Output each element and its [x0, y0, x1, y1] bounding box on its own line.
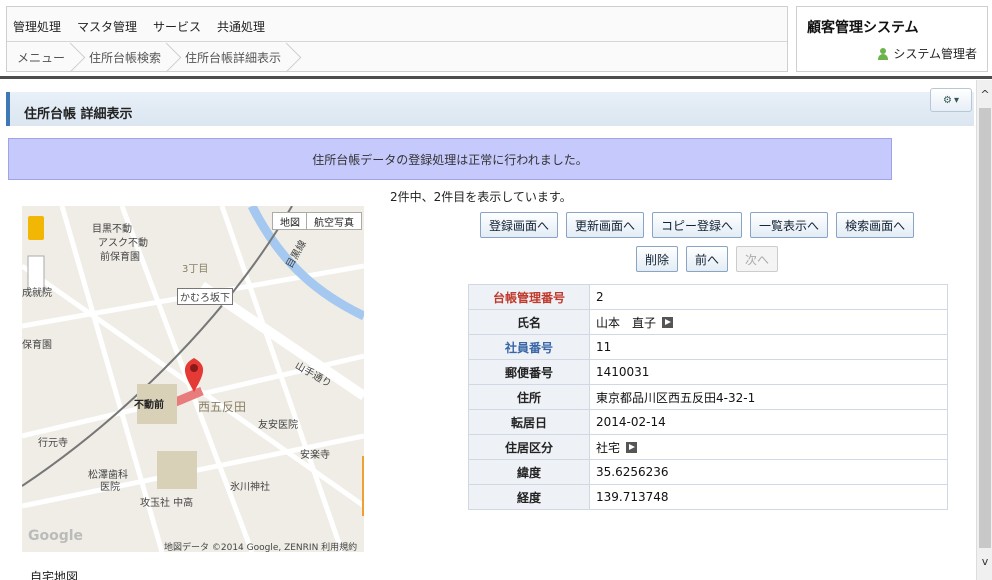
home-map[interactable]: 地図 航空写真 目黒不動 アスク不動 前保育園 3丁目 かむろ坂下 目黒線 山手… [22, 206, 364, 552]
map-label: 行元寺 [38, 438, 68, 449]
map-label: 成就院 [22, 288, 52, 299]
map-label: 3丁目 [182, 264, 209, 275]
register-screen-button[interactable]: 登録画面へ [480, 212, 559, 238]
field-value: 山本 直子 [596, 315, 657, 330]
map-label: 安楽寺 [300, 450, 330, 461]
table-row: 転居日 2014-02-14 [468, 409, 948, 435]
map-label: 攻玉社 中高 [140, 498, 194, 509]
menu-bar: 管理処理 マスタ管理 サービス 共通処理 メニュー 住所台帳検索 住所台帳詳細表… [6, 6, 788, 72]
action-buttons: 登録画面へ 更新画面へ コピー登録へ 一覧表示へ 検索画面へ [480, 212, 915, 238]
play-icon[interactable] [662, 316, 674, 328]
detail-table: 台帳管理番号 2 氏名 山本 直子 社員番号 11 郵便番号 1410031 住所 東京都… [468, 284, 948, 510]
field-label: 住居区分 [468, 434, 590, 460]
vertical-scrollbar[interactable]: ^ v [976, 80, 992, 580]
map-label: アスク不動 [98, 238, 148, 249]
field-value: 35.6256236 [589, 459, 948, 485]
field-label: 転居日 [468, 409, 590, 435]
menu-item-common[interactable]: 共通処理 [217, 18, 265, 35]
main-menu: 管理処理 マスタ管理 サービス 共通処理 [13, 11, 265, 41]
map-label: 友安医院 [258, 420, 298, 431]
field-value: 139.713748 [589, 484, 948, 510]
gear-icon: ⚙ [943, 94, 952, 106]
field-label: 経度 [468, 484, 590, 510]
field-value: 2 [589, 284, 948, 310]
google-logo: Google [28, 528, 84, 544]
table-row: 住所 東京都品川区西五反田4-32-1 [468, 384, 948, 410]
breadcrumb: メニュー 住所台帳検索 住所台帳詳細表示 [7, 41, 787, 72]
main-content: 住所台帳 詳細表示 ⚙ ▾ 住所台帳データの登録処理は正常に行われました。 2件中… [0, 80, 976, 580]
scroll-up-icon[interactable]: ^ [977, 88, 992, 102]
system-box: 顧客管理システム システム管理者 [796, 6, 988, 72]
map-label: 保育園 [22, 340, 52, 351]
copy-register-button[interactable]: コピー登録へ [652, 212, 743, 238]
map-label: 氷川神社 [230, 482, 270, 493]
current-user: システム管理者 [877, 45, 977, 62]
delete-button[interactable]: 削除 [636, 246, 679, 272]
prev-button[interactable]: 前へ [686, 246, 729, 272]
play-icon[interactable] [626, 441, 638, 453]
table-row: 住居区分 社宅 [468, 434, 948, 460]
map-view-button[interactable]: 地図 [272, 212, 308, 230]
search-screen-button[interactable]: 検索画面へ [836, 212, 915, 238]
map-label: 医院 [100, 482, 120, 493]
table-row: 氏名 山本 直子 [468, 309, 948, 335]
table-row: 台帳管理番号 2 [468, 284, 948, 310]
field-label: 氏名 [468, 309, 590, 335]
breadcrumb-menu[interactable]: メニュー [7, 42, 79, 72]
table-row: 郵便番号 1410031 [468, 359, 948, 385]
field-value: 11 [589, 334, 948, 360]
breadcrumb-detail: 住所台帳詳細表示 [175, 42, 295, 72]
field-label: 台帳管理番号 [468, 284, 590, 310]
map-caption: 自宅地図 [30, 570, 79, 580]
map-label: かむろ坂下 [177, 288, 233, 305]
map-label: 不動前 [134, 400, 164, 411]
field-label: 住所 [468, 384, 590, 410]
aerial-view-button[interactable]: 航空写真 [306, 212, 362, 230]
breadcrumb-search[interactable]: 住所台帳検索 [79, 42, 175, 72]
table-row: 経度 139.713748 [468, 484, 948, 510]
field-label: 郵便番号 [468, 359, 590, 385]
menu-item-master[interactable]: マスタ管理 [77, 18, 137, 35]
table-row: 社員番号 11 [468, 334, 948, 360]
header: 管理処理 マスタ管理 サービス 共通処理 メニュー 住所台帳検索 住所台帳詳細表… [0, 0, 992, 76]
record-count: 2件中、2件目を表示しています。 [390, 190, 572, 204]
field-value: 1410031 [589, 359, 948, 385]
map-label: 前保育園 [100, 252, 140, 263]
header-divider [0, 76, 992, 79]
menu-item-admin[interactable]: 管理処理 [13, 18, 61, 35]
success-message: 住所台帳データの登録処理は正常に行われました。 [8, 138, 892, 180]
field-value: 2014-02-14 [589, 409, 948, 435]
field-label: 緯度 [468, 459, 590, 485]
menu-item-service[interactable]: サービス [153, 18, 201, 35]
table-row: 緯度 35.6256236 [468, 459, 948, 485]
map-label: 西五反田 [198, 400, 247, 414]
field-value: 社宅 [596, 440, 621, 455]
page-title: 住所台帳 詳細表示 [24, 107, 133, 122]
panel-header: 住所台帳 詳細表示 [6, 92, 974, 126]
user-name: システム管理者 [893, 47, 977, 61]
tools-dropdown-button[interactable]: ⚙ ▾ [930, 88, 972, 112]
nav-buttons: 削除 前へ 次へ [636, 246, 779, 272]
update-screen-button[interactable]: 更新画面へ [566, 212, 645, 238]
list-view-button[interactable]: 一覧表示へ [750, 212, 829, 238]
map-credit: 地図データ ©2014 Google, ZENRIN 利用規約 [164, 543, 358, 552]
scroll-thumb[interactable] [979, 108, 991, 548]
field-label: 社員番号 [468, 334, 590, 360]
user-icon [877, 47, 889, 60]
system-title: 顧客管理システム [807, 20, 919, 36]
map-label: 目黒不動 [92, 224, 132, 235]
scroll-down-icon[interactable]: v [977, 555, 992, 569]
field-value: 東京都品川区西五反田4-32-1 [589, 384, 948, 410]
chevron-down-icon: ▾ [953, 94, 959, 106]
next-button: 次へ [736, 246, 779, 272]
